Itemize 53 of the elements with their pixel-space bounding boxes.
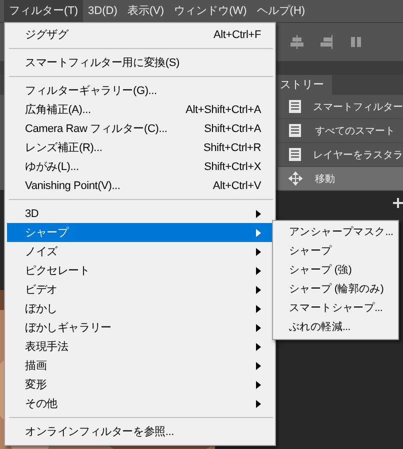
menu-item[interactable]: ビデオ xyxy=(7,280,273,299)
submenu-arrow-icon xyxy=(256,210,261,218)
menu-item[interactable]: シャープ (輪郭のみ) xyxy=(273,280,398,299)
submenu-arrow-icon xyxy=(256,380,261,388)
submenu-arrow-icon xyxy=(256,342,261,350)
menu-item[interactable]: オンラインフィルターを参照... xyxy=(7,422,273,441)
menu-item[interactable]: レンズ補正(R)... Shift+Ctrl+R xyxy=(7,138,273,157)
menu-item[interactable]: ぼかし xyxy=(7,299,273,318)
submenu-arrow-icon xyxy=(256,362,261,370)
menu-bar-item[interactable]: ウィンドウ(W) xyxy=(169,0,252,22)
menu-item[interactable]: ぶれの軽減... xyxy=(273,318,398,337)
menu-item[interactable]: 表現手法 xyxy=(7,337,273,356)
submenu-arrow-icon xyxy=(256,324,261,332)
menu-item[interactable]: フィルターギャラリー(G)... xyxy=(7,81,273,100)
history-row[interactable]: 移動 xyxy=(278,167,403,191)
history-row[interactable]: すべてのスマート xyxy=(278,119,403,143)
menu-bar-item[interactable]: ヘルプ(H) xyxy=(252,0,310,22)
menu-item[interactable]: アンシャープマスク... xyxy=(273,223,398,242)
move-icon xyxy=(288,171,303,186)
submenu-arrow-icon xyxy=(256,400,261,408)
menu-item[interactable]: スマートシャープ... xyxy=(273,299,398,318)
document-icon xyxy=(288,99,302,114)
menu-item[interactable]: シャープ (強) xyxy=(273,261,398,280)
menu-item[interactable]: 3D xyxy=(7,204,273,223)
distribute-icon[interactable] xyxy=(350,35,362,49)
submenu-arrow-icon xyxy=(256,228,261,236)
align-icon[interactable] xyxy=(320,35,334,49)
menu-item[interactable]: スマートフィルター用に変換(S) xyxy=(7,53,273,72)
panel-tab[interactable]: ストリー xyxy=(276,75,332,95)
menu-bar-item[interactable]: フィルター(T) xyxy=(4,0,84,22)
document-icon xyxy=(288,147,302,162)
menu-item[interactable]: その他 xyxy=(7,394,273,413)
document-icon xyxy=(288,123,302,138)
menu-item[interactable]: シャープ xyxy=(7,223,273,242)
menu-item[interactable]: ゆがみ(L)... Shift+Ctrl+X xyxy=(7,157,273,176)
submenu-arrow-icon xyxy=(256,286,261,294)
menu-item[interactable]: 変形 xyxy=(7,375,273,394)
submenu-arrow-icon xyxy=(256,266,261,274)
submenu-arrow-icon xyxy=(256,304,261,312)
menu-item[interactable]: Camera Raw フィルター(C)... Shift+Ctrl+A xyxy=(7,119,273,138)
add-icon[interactable] xyxy=(393,198,403,208)
menu-item[interactable]: Vanishing Point(V)... Alt+Ctrl+V xyxy=(7,176,273,195)
menu-item[interactable]: ノイズ xyxy=(7,242,273,261)
menu-bar-item[interactable]: 表示(V) xyxy=(122,0,170,22)
history-row[interactable]: スマートフィルター xyxy=(278,95,403,119)
submenu-arrow-icon xyxy=(256,248,261,256)
menu-item[interactable]: 広角補正(A)... Alt+Shift+Ctrl+A xyxy=(7,100,273,119)
menu-item[interactable]: シャープ xyxy=(273,242,398,261)
menu-item[interactable]: ぼかしギャラリー xyxy=(7,318,273,337)
menu-item[interactable]: 描画 xyxy=(7,356,273,375)
menu-bar-item[interactable]: 3D(D) xyxy=(83,0,122,22)
align-icon[interactable] xyxy=(290,35,304,49)
menu-item[interactable]: ピクセレート xyxy=(7,261,273,280)
